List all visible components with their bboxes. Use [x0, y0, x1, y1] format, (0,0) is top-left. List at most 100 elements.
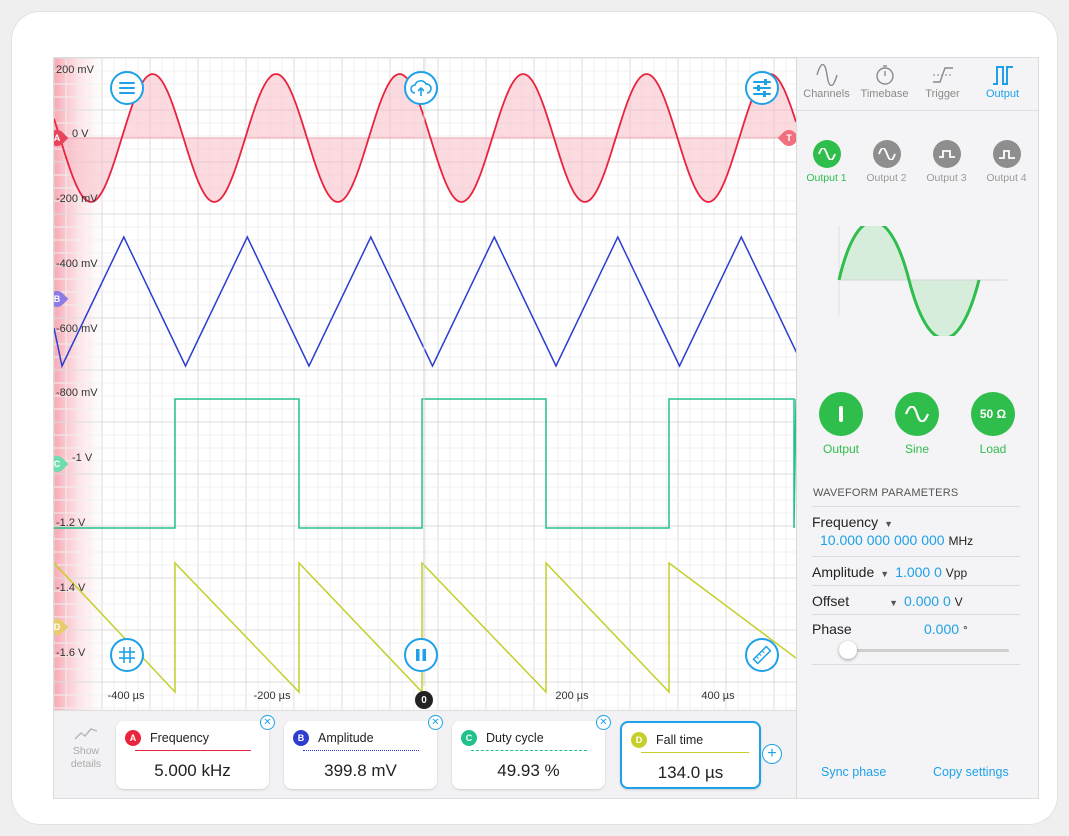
- menu-button[interactable]: [110, 71, 144, 105]
- divider: [812, 506, 1020, 507]
- channel-d-line-sample: [641, 752, 749, 753]
- measurement-card-frequency[interactable]: A Frequency 5.000 kHz ✕: [116, 715, 275, 789]
- channel-b-line-sample: [303, 750, 419, 751]
- channel-c-marker-label: C: [53, 459, 61, 469]
- waveform-type-button[interactable]: Sine: [885, 392, 949, 456]
- channel-c-line-sample: [471, 750, 587, 751]
- remove-measurement-icon[interactable]: ✕: [596, 715, 611, 730]
- channel-d-sawtooth-wave: [54, 561, 796, 694]
- y-axis-label: -400 mV: [56, 258, 98, 270]
- remove-measurement-icon[interactable]: ✕: [428, 715, 443, 730]
- square-pulse-icon: [992, 66, 1013, 85]
- phase-slider-track[interactable]: [849, 649, 1009, 652]
- trigger-edge-icon: [932, 67, 953, 83]
- output-enable-button[interactable]: Output: [809, 392, 873, 456]
- y-axis-label: -800 mV: [56, 387, 98, 399]
- frequency-unit: MHz: [948, 534, 974, 548]
- trigger-marker-label: T: [786, 133, 792, 143]
- measurement-card-fall-time[interactable]: D Fall time 134.0 µs: [620, 721, 761, 789]
- grid-toggle-button[interactable]: [110, 638, 144, 672]
- measurement-label: Amplitude: [318, 731, 374, 745]
- pause-button[interactable]: [404, 638, 438, 672]
- phase-unit: °: [962, 623, 968, 637]
- x-axis-label: -400 µs: [107, 690, 145, 702]
- show-details-button[interactable]: Show details: [62, 725, 110, 771]
- cloud-upload-button[interactable]: [404, 71, 438, 105]
- y-axis-label: -600 mV: [56, 323, 98, 335]
- tab-output[interactable]: Output: [975, 62, 1030, 100]
- copy-settings-button[interactable]: Copy settings: [933, 765, 1009, 779]
- output-label: Output 3: [926, 172, 967, 184]
- amplitude-unit: Vpp: [945, 566, 968, 580]
- oscilloscope-app: 200 mV 0 V -200 mV -400 mV -600 mV -800 mV -1 …: [53, 57, 1039, 799]
- x-axis-label: -200 µs: [253, 690, 291, 702]
- grid-hash-icon: [119, 647, 135, 663]
- section-title: WAVEFORM PARAMETERS: [813, 487, 959, 499]
- output-1-button[interactable]: Output 1: [799, 140, 854, 184]
- divider: [812, 614, 1020, 615]
- output-2-button[interactable]: Output 2: [859, 140, 914, 184]
- measurement-value: 5.000 kHz: [154, 761, 231, 780]
- sine-icon: [904, 406, 930, 422]
- output-label: Output 2: [866, 172, 907, 184]
- remove-measurement-icon[interactable]: ✕: [260, 715, 275, 730]
- amplitude-value[interactable]: 1.000 0: [895, 564, 942, 580]
- x-axis-label: 200 µs: [555, 690, 589, 702]
- add-measurement-button[interactable]: +: [762, 744, 782, 764]
- output-3-button[interactable]: Output 3: [919, 140, 974, 184]
- phase-value[interactable]: 0.000: [924, 621, 959, 637]
- y-axis-label: -1.2 V: [56, 517, 86, 529]
- pulse-icon: [998, 150, 1015, 159]
- divider: [812, 585, 1020, 586]
- tab-channels[interactable]: Channels: [799, 62, 854, 100]
- phase-row[interactable]: Phase 0.000 °: [812, 621, 1020, 637]
- measurement-value: 399.8 mV: [324, 761, 397, 780]
- measurement-value: 134.0 µs: [657, 763, 724, 782]
- square-icon: [938, 150, 955, 158]
- y-axis-label: 200 mV: [56, 64, 94, 76]
- channel-a-line-sample: [135, 750, 251, 751]
- divider: [812, 664, 1020, 665]
- measurement-card-amplitude[interactable]: B Amplitude 399.8 mV ✕: [284, 715, 443, 789]
- dropdown-arrow-icon: ▼: [880, 569, 890, 579]
- frequency-label: Frequency: [812, 514, 879, 530]
- divider: [812, 556, 1020, 557]
- y-axis-label: -1 V: [72, 452, 93, 464]
- trend-line-icon: [74, 728, 98, 740]
- settings-sliders-button[interactable]: [745, 71, 779, 105]
- sync-phase-button[interactable]: Sync phase: [821, 765, 886, 779]
- frequency-value[interactable]: 10.000 000 000 000: [820, 532, 945, 548]
- output-label: Output 4: [986, 172, 1027, 184]
- amplitude-label: Amplitude: [812, 564, 875, 580]
- ruler-icon: [752, 645, 772, 665]
- sliders-icon: [753, 79, 771, 97]
- tab-trigger[interactable]: Trigger: [915, 62, 970, 100]
- output-control-label: Output: [822, 442, 860, 456]
- load-button[interactable]: 50 Ω Load: [961, 392, 1025, 456]
- x-axis-label: 400 µs: [701, 690, 735, 702]
- sine-icon: [877, 148, 896, 160]
- sine-icon: [817, 148, 836, 160]
- amplitude-row[interactable]: Amplitude ▼ 1.000 0 Vpp: [812, 564, 1020, 580]
- channel-d-badge: D: [631, 732, 647, 748]
- measure-ruler-button[interactable]: [745, 638, 779, 672]
- dropdown-arrow-icon: ▼: [884, 519, 894, 529]
- output-4-button[interactable]: Output 4: [979, 140, 1034, 184]
- measurement-card-duty-cycle[interactable]: C Duty cycle 49.93 % ✕: [452, 715, 611, 789]
- load-label: Load: [979, 442, 1007, 456]
- measurement-label: Frequency: [150, 731, 210, 745]
- tab-label: Trigger: [925, 88, 960, 100]
- stopwatch-icon: [875, 65, 894, 85]
- tab-timebase[interactable]: Timebase: [857, 62, 912, 100]
- offset-row[interactable]: Offset ▼ 0.000 0 V: [812, 593, 1020, 609]
- y-axis-label: -200 mV: [56, 193, 98, 205]
- scope-display[interactable]: 200 mV 0 V -200 mV -400 mV -600 mV -800 mV -1 …: [53, 58, 801, 710]
- tab-label: Output: [985, 88, 1020, 100]
- phase-label: Phase: [812, 621, 852, 637]
- phase-slider-thumb[interactable]: [839, 641, 857, 659]
- offset-value[interactable]: 0.000 0: [904, 593, 951, 609]
- channel-b-marker-label: B: [53, 294, 61, 304]
- frequency-row[interactable]: Frequency ▼ 10.000 000 000 000 MHz: [812, 514, 1020, 548]
- power-bar-icon: [839, 406, 843, 422]
- output-label: Output 1: [806, 172, 847, 184]
